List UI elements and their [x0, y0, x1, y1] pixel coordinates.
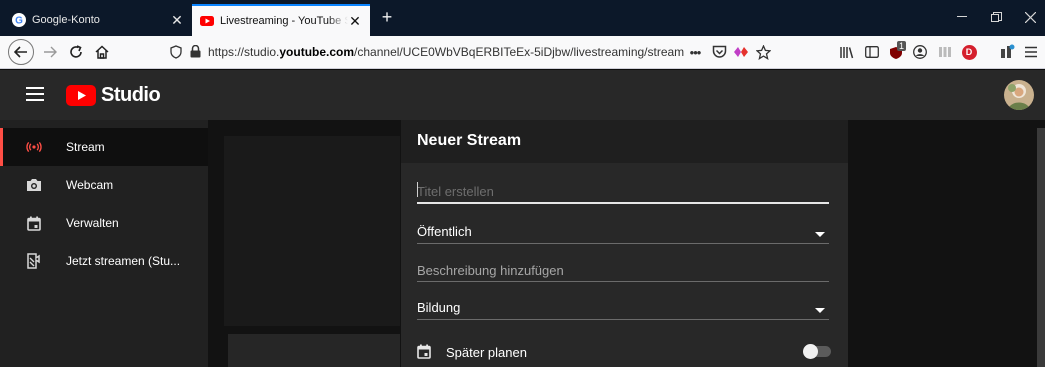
tab-title: Google-Konto [32, 14, 100, 26]
google-favicon-icon: G [12, 13, 26, 27]
sidebar-item-jetzt-streamen[interactable]: Jetzt streamen (Stu... [0, 242, 208, 280]
home-icon[interactable] [90, 40, 114, 64]
close-tab-icon[interactable]: ✕ [348, 14, 362, 28]
back-icon[interactable] [8, 39, 34, 65]
sidebar-item-verwalten[interactable]: Verwalten [0, 204, 208, 242]
tab-title: Livestreaming - YouTube Studio [220, 15, 348, 27]
close-window-icon[interactable] [1015, 4, 1045, 30]
live-icon [26, 139, 42, 155]
url-domain: youtube.com [279, 45, 355, 59]
sidebar-item-webcam[interactable]: Webcam [0, 166, 208, 204]
studio-sidebar: Stream Webcam Verwalten Jetzt streamen (… [0, 120, 208, 367]
pocket-icon[interactable] [708, 41, 730, 63]
toggle-knob [803, 344, 818, 359]
schedule-later-row: Später planen [417, 342, 831, 364]
stream-now-icon [26, 253, 42, 269]
camera-icon [26, 177, 42, 193]
menu-icon[interactable] [1020, 41, 1042, 63]
text-cursor [417, 182, 418, 197]
new-tab-button[interactable]: + [376, 6, 398, 30]
close-tab-icon[interactable]: ✕ [170, 13, 184, 27]
studio-header: Studio [0, 70, 1045, 120]
account-icon[interactable] [909, 41, 931, 63]
field-underline [417, 202, 829, 204]
minimize-icon[interactable] [947, 4, 977, 30]
browser-tab-strip: G Google-Konto ✕ Livestreaming - YouTube… [0, 0, 1045, 36]
restore-icon[interactable] [981, 4, 1011, 30]
field-underline [417, 319, 829, 320]
scrollbar[interactable] [1037, 128, 1045, 367]
sidebar-toggle-icon[interactable] [861, 41, 883, 63]
visibility-value: Öffentlich [417, 224, 472, 239]
category-select[interactable]: Bildung [417, 296, 829, 320]
youtube-play-icon [66, 85, 96, 106]
avatar[interactable] [1004, 80, 1034, 110]
title-field[interactable] [417, 178, 829, 204]
title-input[interactable] [417, 180, 829, 202]
studio-wordmark: Studio [101, 84, 161, 106]
page-actions-button[interactable]: ••• [684, 41, 706, 63]
stream-preview-strip [228, 334, 400, 367]
tab-livestreaming[interactable]: Livestreaming - YouTube Studio ✕ [192, 4, 370, 36]
reader-extension-icon[interactable] [934, 41, 956, 63]
lock-icon[interactable] [190, 45, 202, 59]
stream-preview-area [224, 136, 400, 326]
description-field[interactable]: Beschreibung hinzufügen [417, 258, 829, 282]
sidebar-item-label: Webcam [66, 178, 114, 192]
url-text[interactable]: https://studio.youtube.com/channel/UCE0W… [208, 45, 684, 59]
sidebar-item-stream[interactable]: Stream [0, 128, 208, 166]
url-prefix: https://studio. [208, 45, 280, 59]
tracking-protection-icon[interactable] [170, 45, 184, 59]
field-underline [417, 281, 829, 282]
dropdown-arrow-icon [815, 308, 825, 313]
field-underline [417, 243, 829, 244]
bookmark-star-icon[interactable] [752, 41, 774, 63]
schedule-later-toggle[interactable] [803, 344, 831, 359]
schedule-later-label: Später planen [446, 345, 527, 360]
tab-google-konto[interactable]: G Google-Konto ✕ [4, 4, 192, 36]
dialog-header: Neuer Stream [401, 120, 848, 163]
visibility-select[interactable]: Öffentlich [417, 220, 829, 244]
browser-nav-bar: https://studio.youtube.com/channel/UCE0W… [0, 36, 1045, 69]
extension-d-letter: D [961, 44, 977, 60]
description-placeholder: Beschreibung hinzufügen [417, 263, 564, 278]
ublock-icon[interactable]: 1 [887, 41, 909, 63]
dialog-title: Neuer Stream [417, 132, 522, 149]
hamburger-menu-icon[interactable] [26, 87, 44, 103]
calendar-icon [417, 344, 431, 364]
sidebar-item-label: Verwalten [66, 216, 119, 230]
extensions-puzzle-icon[interactable] [996, 41, 1018, 63]
dropdown-arrow-icon [815, 232, 825, 237]
calendar-icon [26, 215, 42, 231]
extension-badge: 1 [897, 41, 907, 51]
category-value: Bildung [417, 300, 461, 315]
youtube-favicon-icon [200, 14, 214, 28]
sidebar-item-label: Jetzt streamen (Stu... [66, 254, 181, 268]
reload-icon[interactable] [64, 40, 88, 64]
url-path: /channel/UCE0WbVBqERBITeEx-5iDjbw/livest… [354, 45, 685, 59]
svg-text:G: G [15, 16, 23, 27]
youtube-studio-logo[interactable]: Studio [66, 84, 161, 107]
new-stream-dialog: Neuer Stream Öffentlich Beschreibung hin… [401, 120, 848, 367]
extension-d-icon[interactable]: D [958, 41, 980, 63]
library-icon[interactable] [835, 41, 857, 63]
extension-sync-icon[interactable] [730, 41, 752, 63]
forward-icon[interactable] [38, 40, 62, 64]
sidebar-item-label: Stream [66, 140, 105, 154]
